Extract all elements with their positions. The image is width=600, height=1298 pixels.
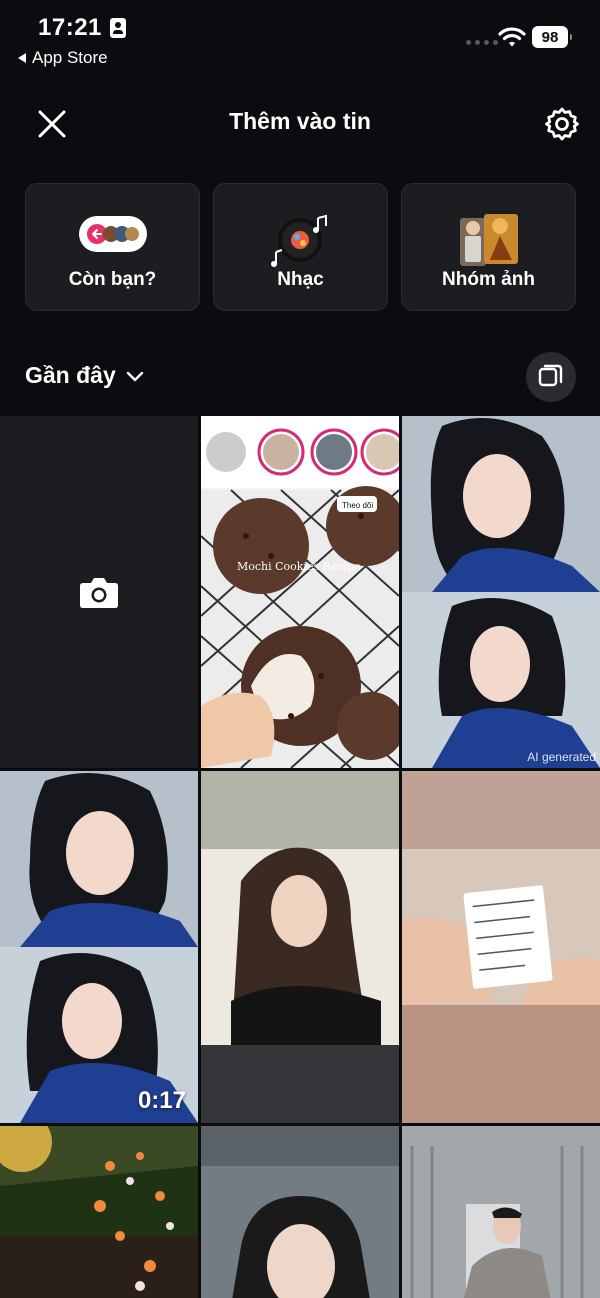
media-thumbnail[interactable]: [402, 771, 600, 1123]
collage-label: Nhóm ảnh: [442, 269, 535, 290]
video-duration: 0:17: [137, 1087, 186, 1114]
landscape-thumbnail: [0, 1126, 198, 1298]
back-arrow-icon: [18, 53, 26, 63]
music-icon: [270, 214, 327, 267]
collage-icon: [459, 214, 518, 266]
portrait-thumbnail: [402, 1126, 600, 1298]
media-thumbnail[interactable]: [201, 771, 399, 1123]
status-bar: 17:21 App Store 98: [0, 0, 600, 80]
wifi-icon: [498, 27, 526, 47]
battery-level: 98: [541, 28, 559, 46]
clock-text: 17:21: [38, 14, 102, 41]
video-thumbnail[interactable]: 0:17: [0, 771, 198, 1123]
camera-tile[interactable]: [0, 416, 198, 768]
page-title: Thêm vào tin: [229, 108, 371, 134]
back-app-label: App Store: [32, 48, 108, 67]
music-label: Nhạc: [277, 269, 324, 290]
album-selector[interactable]: Gần đây: [25, 362, 144, 389]
album-selector-label: Gần đây: [25, 362, 116, 388]
contact-card-icon: [109, 18, 126, 38]
media-thumbnail[interactable]: [402, 1126, 600, 1298]
follow-label: Theo dõi: [342, 501, 373, 510]
select-multiple-button[interactable]: [526, 352, 576, 402]
media-thumbnail[interactable]: [0, 1126, 198, 1298]
ai-generated-label: AI generated: [527, 750, 596, 764]
portrait-video-thumbnail: [0, 771, 198, 1123]
portrait-thumbnail: [402, 416, 600, 768]
collage-card[interactable]: Nhóm ảnh: [401, 183, 576, 311]
cellular-signal-icon: [466, 40, 498, 45]
gear-icon[interactable]: [544, 106, 580, 142]
add-yours-icon: [78, 216, 147, 252]
camera-icon: [80, 578, 118, 608]
media-thumbnail[interactable]: Mochi Cookies Recipe Theo dõi: [201, 416, 399, 768]
multi-select-icon: [538, 364, 563, 387]
cookie-caption: Mochi Cookies Recipe: [237, 560, 361, 573]
portrait-thumbnail: [201, 771, 399, 1123]
clock: 17:21: [38, 14, 126, 42]
back-to-app-link[interactable]: App Store: [18, 48, 108, 68]
media-thumbnail[interactable]: AI generated: [402, 416, 600, 768]
add-yours-card[interactable]: Còn bạn?: [25, 183, 200, 311]
add-yours-label: Còn bạn?: [68, 269, 157, 290]
sticker-cards: Còn bạn? Nhạc Nhóm ảnh: [25, 183, 576, 311]
media-thumbnail[interactable]: [201, 1126, 399, 1298]
music-card[interactable]: Nhạc: [213, 183, 388, 311]
portrait-thumbnail: [201, 1126, 399, 1298]
screenshot-thumbnail: Mochi Cookies Recipe Theo dõi: [201, 416, 399, 768]
chevron-down-icon: [126, 371, 143, 381]
label-photo-thumbnail: [402, 771, 600, 1123]
battery-indicator: 98: [532, 26, 572, 48]
